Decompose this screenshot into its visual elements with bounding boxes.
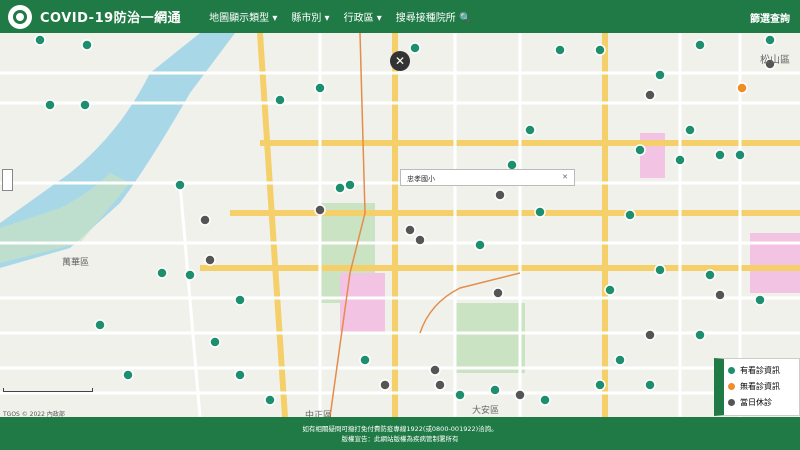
- label-wanhua: 萬華區: [62, 256, 89, 268]
- map-pin-icon[interactable]: [634, 144, 646, 156]
- park-area-daan: [455, 303, 525, 373]
- map-pin-icon[interactable]: [156, 267, 168, 279]
- legend-item: 有看診資訊: [728, 365, 795, 376]
- map-pin-icon[interactable]: [434, 379, 446, 391]
- app-logo-icon: [8, 4, 32, 29]
- map-legend: 有看診資訊 無看診資訊 當日休診: [714, 358, 800, 416]
- main-nav: 地圖顯示類型 ▾ 縣市別 ▾ 行政區 ▾ 搜尋接種院所 🔍: [209, 9, 485, 24]
- map-pin-icon[interactable]: [704, 269, 716, 281]
- map-pin-icon[interactable]: [736, 82, 748, 94]
- map-pin-icon[interactable]: [204, 254, 216, 266]
- teal-pin-icon: [728, 367, 735, 374]
- map-pin-icon[interactable]: [344, 179, 356, 191]
- popup-close-icon[interactable]: ✕: [562, 173, 568, 181]
- map-pin-icon[interactable]: [234, 369, 246, 381]
- map-pin-icon[interactable]: [534, 206, 546, 218]
- search-icon: 🔍: [458, 13, 472, 24]
- map-pin-icon[interactable]: [454, 389, 466, 401]
- nav-map-type[interactable]: 地圖顯示類型 ▾: [209, 9, 277, 24]
- map-pin-icon[interactable]: [734, 149, 746, 161]
- legend-item: 當日休診: [728, 397, 795, 408]
- map-pin-icon[interactable]: [604, 284, 616, 296]
- map-pin-icon[interactable]: [714, 149, 726, 161]
- nav-search-clinic[interactable]: 搜尋接種院所 🔍: [396, 9, 472, 24]
- map-pin-icon[interactable]: [34, 34, 46, 46]
- zoom-control[interactable]: [2, 169, 13, 191]
- map-pin-icon[interactable]: [359, 354, 371, 366]
- popup-text: 忠孝國小: [407, 175, 435, 183]
- map-pin-icon[interactable]: [754, 294, 766, 306]
- map-pin-icon[interactable]: [334, 182, 346, 194]
- minor-roads: [0, 33, 800, 417]
- legend-item: 無看診資訊: [728, 381, 795, 392]
- footer-line-2: 版權宣告：此網站版權為疾病管制署所有: [341, 435, 459, 443]
- label-daan: 大安區: [472, 404, 499, 416]
- map-pin-icon[interactable]: [594, 379, 606, 391]
- map-pin-icon[interactable]: [654, 69, 666, 81]
- map-popup: 忠孝國小 ✕: [400, 169, 575, 186]
- map-pin-icon[interactable]: [44, 99, 56, 111]
- map-pin-icon[interactable]: [644, 89, 656, 101]
- top-navigation-bar: COVID-19防治一網通 地圖顯示類型 ▾ 縣市別 ▾ 行政區 ▾ 搜尋接種院…: [0, 0, 800, 33]
- map-pin-icon[interactable]: [514, 389, 526, 401]
- map-pin-icon[interactable]: [624, 209, 636, 221]
- map-pin-icon[interactable]: [489, 384, 501, 396]
- map-canvas[interactable]: 松山區 萬華區 大安區 中正區 ✕ 忠孝國小 ✕ 有看診資訊 無看診資訊 當日休…: [0, 33, 800, 417]
- map-pin-icon[interactable]: [174, 179, 186, 191]
- map-pin-icon[interactable]: [714, 289, 726, 301]
- map-pin-icon[interactable]: [474, 239, 486, 251]
- map-pin-icon[interactable]: [199, 214, 211, 226]
- district-zone-2: [640, 133, 665, 178]
- map-pin-icon[interactable]: [94, 319, 106, 331]
- map-pin-icon[interactable]: [414, 234, 426, 246]
- map-pin-icon[interactable]: [654, 264, 666, 276]
- map-pin-icon[interactable]: [429, 364, 441, 376]
- label-zhongzheng: 中正區: [305, 409, 332, 417]
- map-pin-icon[interactable]: [494, 189, 506, 201]
- map-pin-icon[interactable]: [644, 379, 656, 391]
- map-pin-icon[interactable]: [764, 34, 776, 46]
- map-attribution: TGOS © 2022 內政部: [3, 411, 65, 417]
- gray-pin-icon: [728, 399, 735, 406]
- map-pin-icon[interactable]: [264, 394, 276, 406]
- map-pin-icon[interactable]: [694, 39, 706, 51]
- map-pin-icon[interactable]: [409, 42, 421, 54]
- page-footer: 如有相關疑問可撥打免付費防疫專線1922(或0800-001922)洽詢。 版權…: [0, 417, 800, 450]
- map-pin-icon[interactable]: [694, 329, 706, 341]
- nav-county[interactable]: 縣市別 ▾: [291, 9, 329, 24]
- app-title: COVID-19防治一網通: [40, 11, 182, 26]
- label-songshan: 松山區: [760, 53, 790, 66]
- map-pin-icon[interactable]: [379, 379, 391, 391]
- map-pin-icon[interactable]: [234, 294, 246, 306]
- orange-pin-icon: [728, 383, 735, 390]
- map-pin-icon[interactable]: [684, 124, 696, 136]
- map-pin-icon[interactable]: [314, 204, 326, 216]
- map-pin-icon[interactable]: [674, 154, 686, 166]
- map-pin-icon[interactable]: [184, 269, 196, 281]
- map-pin-icon[interactable]: [614, 354, 626, 366]
- map-pin-icon[interactable]: [81, 39, 93, 51]
- map-pin-icon[interactable]: [539, 394, 551, 406]
- map-pin-icon[interactable]: [492, 287, 504, 299]
- map-pin-icon[interactable]: [274, 94, 286, 106]
- map-pin-icon[interactable]: [314, 82, 326, 94]
- map-pin-icon[interactable]: [122, 369, 134, 381]
- filter-query-button[interactable]: 篩選查詢: [750, 10, 790, 25]
- map-pin-icon[interactable]: [209, 336, 221, 348]
- map-pin-icon[interactable]: [404, 224, 416, 236]
- footer-line-1: 如有相關疑問可撥打免付費防疫專線1922(或0800-001922)洽詢。: [302, 425, 498, 433]
- close-panel-icon[interactable]: ✕: [390, 51, 410, 71]
- map-layer: 松山區 萬華區 大安區 中正區: [0, 33, 800, 417]
- map-pin-icon[interactable]: [594, 44, 606, 56]
- district-zone: [340, 273, 385, 333]
- map-pin-icon[interactable]: [524, 124, 536, 136]
- map-pin-icon[interactable]: [554, 44, 566, 56]
- map-pin-icon[interactable]: [79, 99, 91, 111]
- nav-district[interactable]: 行政區 ▾: [344, 9, 382, 24]
- map-scale: [3, 388, 93, 393]
- map-pin-icon[interactable]: [644, 329, 656, 341]
